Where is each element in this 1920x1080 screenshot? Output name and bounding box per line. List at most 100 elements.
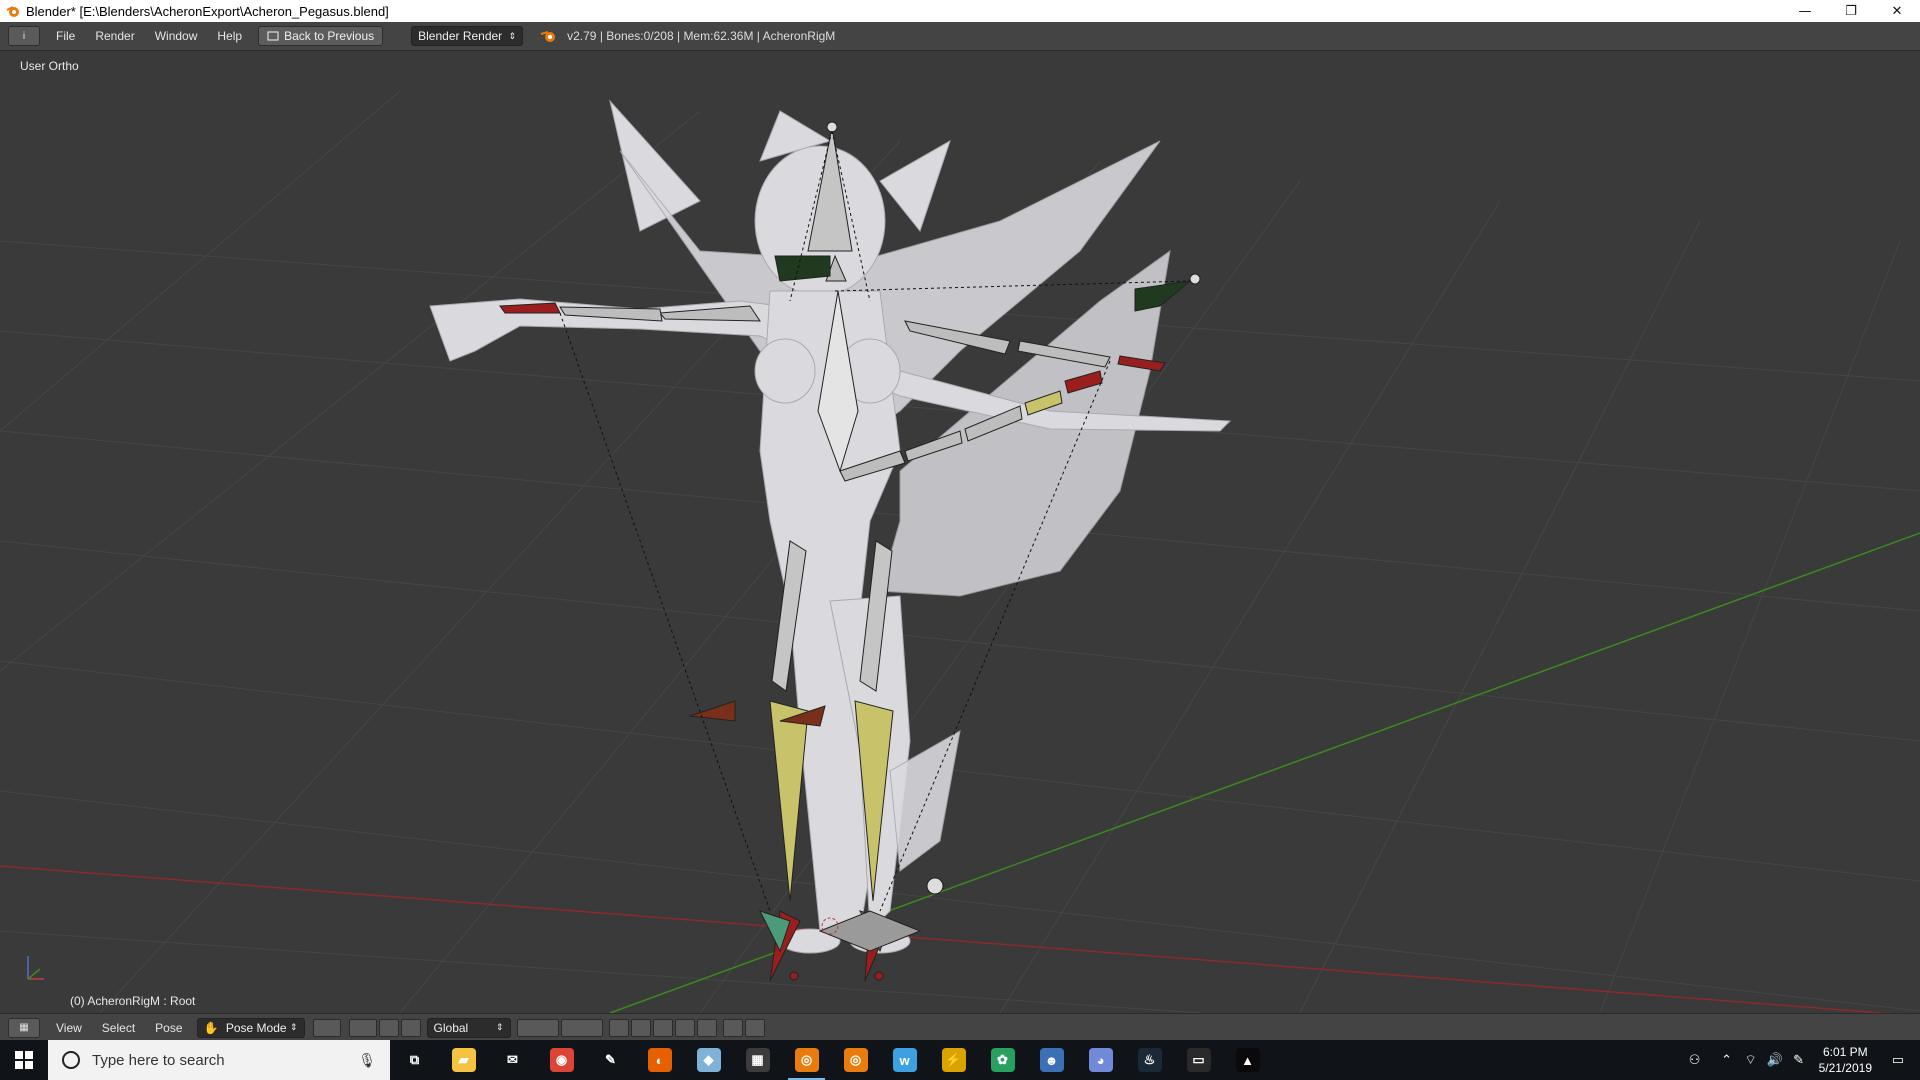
- bone-joint: [1189, 273, 1201, 285]
- 3d-view-icon: ▦: [19, 1022, 29, 1033]
- bone-jaw: [774, 255, 831, 282]
- volume-icon[interactable]: 🔊: [1763, 1052, 1787, 1068]
- menu-file[interactable]: File: [46, 22, 85, 50]
- network-icon[interactable]: ⌔: [1739, 1052, 1763, 1068]
- pose-lib-icon[interactable]: [608, 1018, 629, 1037]
- editor-type-button[interactable]: i: [8, 26, 40, 46]
- render-icon[interactable]: [722, 1018, 743, 1037]
- notifications-icon[interactable]: ▭: [1886, 1052, 1910, 1068]
- taskbar-app-button[interactable]: ☻: [1027, 1040, 1076, 1080]
- updown-arrows-icon: ⇕: [289, 1022, 298, 1032]
- translate-manipulator-icon[interactable]: [400, 1018, 421, 1037]
- menu-view[interactable]: View: [46, 1014, 92, 1042]
- active-object-label: (0) AcheronRigM : Root: [70, 994, 196, 1008]
- taskbar-app-button[interactable]: ♨: [1125, 1040, 1174, 1080]
- bone-joint: [789, 971, 799, 981]
- editor-type-button[interactable]: ▦: [8, 1017, 40, 1038]
- menu-select[interactable]: Select: [92, 1014, 145, 1042]
- scene-stats: v2.79 | Bones:0/208 | Mem:62.36M | Acher…: [567, 29, 836, 43]
- mode-dropdown[interactable]: ✋ Pose Mode ⇕: [196, 1017, 305, 1038]
- search-placeholder: Type here to search: [92, 1051, 225, 1069]
- w-app-icon: w: [892, 1048, 917, 1072]
- info-header: i File Render Window Help Back to Previo…: [0, 22, 1920, 51]
- file-explorer-icon: ▰: [451, 1048, 476, 1072]
- microphone-icon[interactable]: 🎙: [358, 1052, 376, 1069]
- calculator-icon: ▦: [745, 1048, 770, 1072]
- taskbar-app-button[interactable]: ▲: [1223, 1040, 1272, 1080]
- clock-time: 6:01 PM: [1822, 1045, 1868, 1059]
- 3d-view-header: ▦ View Select Pose ✋ Pose Mode ⇕ Global …: [0, 1013, 1920, 1041]
- bone-joint: [926, 877, 944, 895]
- close-button[interactable]: ✕: [1874, 0, 1920, 22]
- render-engine-value: Blender Render: [418, 29, 503, 43]
- paste-flipped-icon[interactable]: [674, 1018, 695, 1037]
- viewport-canvas[interactable]: [0, 51, 1920, 1013]
- window-titlebar: Blender* [E:\Blenders\AcheronExport\Ache…: [0, 0, 1920, 22]
- layers-icon[interactable]: [560, 1018, 603, 1037]
- restore-button[interactable]: ❐: [1828, 0, 1874, 22]
- orientation-value: Global: [433, 1020, 469, 1035]
- taskbar-app-button[interactable]: ◕: [1076, 1040, 1125, 1080]
- taskbar-app-button[interactable]: ▰: [439, 1040, 488, 1080]
- axis-gizmo: [27, 956, 44, 980]
- people-icon[interactable]: ⚇: [1683, 1052, 1707, 1068]
- taskbar-app-button[interactable]: w: [880, 1040, 929, 1080]
- pivot-point-button[interactable]: [348, 1018, 377, 1037]
- taskbar-app-button[interactable]: ◉: [537, 1040, 586, 1080]
- manipulator-toggle-icon[interactable]: [378, 1018, 399, 1037]
- game-app-icon: ☻: [1039, 1048, 1064, 1072]
- menu-window[interactable]: Window: [145, 22, 208, 50]
- viewport-shading-button[interactable]: [312, 1018, 341, 1037]
- taskbar-app-button[interactable]: ◎: [782, 1040, 831, 1080]
- bone-joint: [874, 971, 884, 981]
- paint-icon: ◆: [696, 1048, 721, 1072]
- taskbar-app-button[interactable]: ◎: [831, 1040, 880, 1080]
- taskbar-search-box[interactable]: Type here to search 🎙: [48, 1040, 390, 1080]
- green-app-icon: ✿: [990, 1048, 1015, 1072]
- taskbar-apps: ⧉ ▰ ✉ ◉ ✎ ◐ ◆ ▦ ◎ ◎ w ⚡ ✿ ☻ ◕ ♨ ▭ ▲: [390, 1040, 1272, 1080]
- discord-icon: ◕: [1088, 1048, 1113, 1072]
- back-to-previous-button[interactable]: Back to Previous: [258, 26, 384, 46]
- orientation-dropdown[interactable]: Global ⇕: [426, 1017, 511, 1038]
- updown-arrows-icon: ⇕: [508, 30, 517, 41]
- taskbar-app-button[interactable]: ✿: [978, 1040, 1027, 1080]
- 3d-viewport[interactable]: User Ortho (0) AcheronRigM : Root: [0, 51, 1920, 1013]
- snap-icon[interactable]: [696, 1018, 717, 1037]
- start-button[interactable]: [0, 1040, 48, 1080]
- x-axis-line: [0, 865, 1892, 1013]
- layers-icon[interactable]: [516, 1018, 559, 1037]
- info-icon: i: [22, 30, 26, 42]
- taskbar-app-button[interactable]: ▭: [1174, 1040, 1223, 1080]
- taskbar-app-button[interactable]: ✎: [586, 1040, 635, 1080]
- blender-icon: ◎: [794, 1048, 819, 1072]
- photos-icon: ▲: [1235, 1048, 1260, 1072]
- paste-pose-icon[interactable]: [652, 1018, 673, 1037]
- system-tray: ⚇ ⌃ ⌔ 🔊 ✎ 6:01 PM 5/21/2019 ▭: [1683, 1040, 1920, 1080]
- copy-pose-icon[interactable]: [630, 1018, 651, 1037]
- menu-help[interactable]: Help: [207, 22, 252, 50]
- window-app-icon: ▭: [1186, 1048, 1211, 1072]
- pen-icon[interactable]: ✎: [1787, 1052, 1811, 1068]
- tool-icon: ✎: [605, 1052, 616, 1067]
- windows-taskbar: Type here to search 🎙 ⧉ ▰ ✉ ◉ ✎ ◐ ◆ ▦ ◎ ◎ w ⚡ ✿ ☻ ◕ ♨ ▭ ▲…: [0, 1040, 1920, 1080]
- taskbar-app-button[interactable]: ▦: [733, 1040, 782, 1080]
- blender-logo-icon: [6, 6, 19, 17]
- blender-logo-icon: [540, 31, 556, 42]
- taskbar-app-button[interactable]: ◆: [684, 1040, 733, 1080]
- windows-logo-icon: [15, 1051, 33, 1069]
- taskbar-app-button[interactable]: ✉: [488, 1040, 537, 1080]
- minimize-button[interactable]: —: [1782, 0, 1828, 22]
- menu-render[interactable]: Render: [85, 22, 144, 50]
- screen-icon: [267, 31, 279, 41]
- chevron-up-icon[interactable]: ⌃: [1715, 1052, 1739, 1068]
- back-to-previous-label: Back to Previous: [284, 29, 375, 43]
- menu-pose[interactable]: Pose: [145, 1014, 192, 1042]
- render-anim-icon[interactable]: [744, 1018, 765, 1037]
- taskbar-app-button[interactable]: ⧉: [390, 1040, 439, 1080]
- taskbar-app-button[interactable]: ◐: [635, 1040, 684, 1080]
- bone-heel-ik-left: [689, 700, 736, 722]
- render-engine-dropdown[interactable]: Blender Render ⇕: [411, 26, 524, 46]
- window-title: Blender* [E:\Blenders\AcheronExport\Ache…: [26, 3, 389, 19]
- taskbar-clock[interactable]: 6:01 PM 5/21/2019: [1819, 1044, 1872, 1076]
- taskbar-app-button[interactable]: ⚡: [929, 1040, 978, 1080]
